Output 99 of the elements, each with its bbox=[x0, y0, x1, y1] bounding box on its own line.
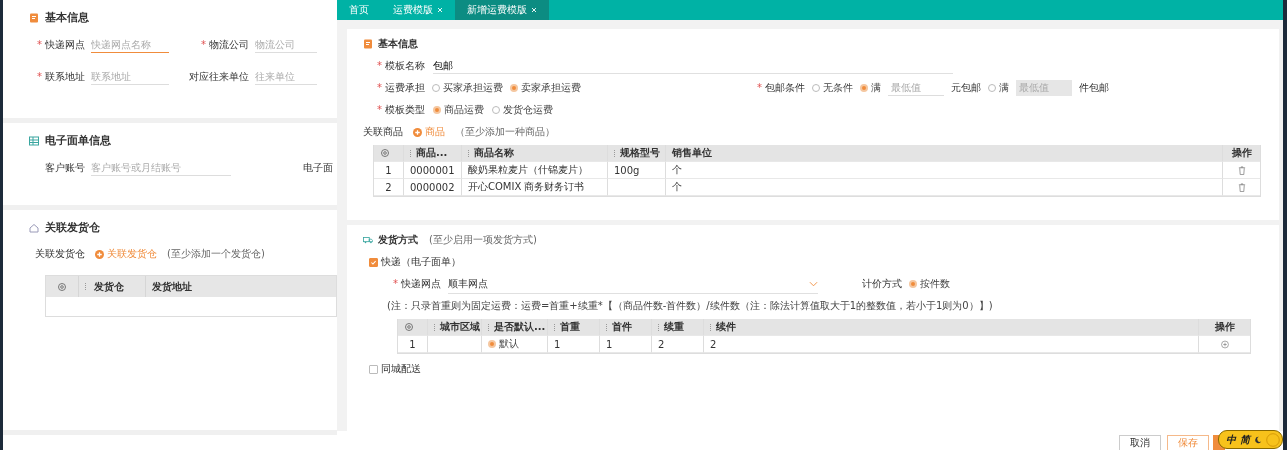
table-cell: 1 bbox=[548, 336, 600, 353]
column-header[interactable]: 是否默认... bbox=[482, 319, 548, 336]
section-title: 基本信息 bbox=[45, 10, 89, 25]
document-icon bbox=[29, 12, 39, 23]
checkbox[interactable]: 同城配送 bbox=[363, 362, 421, 376]
table-cell: 开心COMIX 商务财务订书 bbox=[462, 179, 608, 196]
input-mode-text: 中 bbox=[1226, 432, 1236, 447]
template-name-field[interactable]: 包邮 bbox=[433, 58, 953, 74]
unit-label: 元包邮 bbox=[951, 81, 981, 95]
radio-button[interactable]: 发货仓运费 bbox=[492, 103, 553, 117]
table-cell: 1 bbox=[600, 336, 652, 353]
settings-icon[interactable] bbox=[380, 148, 390, 158]
required-mark: * bbox=[377, 104, 382, 115]
field-label: 关联商品 bbox=[363, 125, 403, 139]
field-label: * 快递网点 bbox=[393, 277, 441, 291]
ime-toolbar[interactable]: 中 简 bbox=[1218, 430, 1283, 449]
column-header[interactable]: 商品名称 bbox=[462, 145, 608, 162]
column-header[interactable]: 商品... bbox=[404, 145, 462, 162]
required-mark: * bbox=[37, 71, 42, 82]
trash-icon[interactable] bbox=[1237, 182, 1246, 192]
field-label: * 模板名称 bbox=[377, 59, 425, 73]
column-header[interactable]: 首重 bbox=[548, 319, 600, 336]
required-mark: * bbox=[37, 39, 42, 50]
column-header[interactable]: 销售单位 bbox=[666, 145, 1222, 162]
formula-note: (注：只录首重则为固定运费：运费=首重+续重*【（商品件数-首件数）/续件数（注：除法计算值取大于1的整数值，若小于1则为0）】) bbox=[386, 299, 994, 313]
table-cell: 个 bbox=[666, 179, 1222, 196]
plus-icon bbox=[95, 249, 104, 259]
required-mark: * bbox=[757, 82, 762, 93]
table-icon bbox=[29, 135, 39, 146]
column-header[interactable]: 发货地址 bbox=[146, 276, 192, 297]
column-header[interactable]: 操作 bbox=[1222, 145, 1260, 162]
table-cell: 个 bbox=[666, 162, 1222, 179]
tab[interactable]: 新增运费模版 bbox=[455, 0, 549, 20]
unit-label: 件包邮 bbox=[1079, 81, 1109, 95]
section-title: 发货方式 bbox=[378, 233, 418, 247]
footer-button[interactable]: 取消 bbox=[1119, 435, 1161, 450]
column-header[interactable]: 首件 bbox=[600, 319, 652, 336]
hint-text: (至少启用一项发货方式) bbox=[429, 233, 537, 247]
row-number: 2 bbox=[374, 179, 404, 196]
field-label: * 快递网点 bbox=[36, 38, 85, 52]
moon-icon bbox=[1254, 435, 1262, 444]
field-label: 计价方式 bbox=[862, 277, 902, 291]
column-header[interactable]: 发货仓 bbox=[79, 276, 146, 297]
caret-icon bbox=[809, 280, 818, 287]
checkbox[interactable]: 快递（电子面单） bbox=[363, 255, 461, 269]
column-header[interactable]: 续件 bbox=[704, 319, 1198, 336]
table-cell: 2 bbox=[652, 336, 704, 353]
column-header[interactable]: 城市区域 bbox=[428, 319, 482, 336]
field-label: * 联系地址 bbox=[36, 70, 85, 84]
mascot-icon bbox=[1266, 432, 1280, 447]
field-label: 电子面 bbox=[302, 161, 334, 175]
add-icon[interactable] bbox=[1220, 339, 1229, 349]
required-mark: * bbox=[377, 82, 382, 93]
trash-icon[interactable] bbox=[1237, 165, 1246, 175]
close-icon[interactable] bbox=[531, 7, 537, 13]
table-cell: 0000002 bbox=[404, 179, 462, 196]
section-title: 关联发货仓 bbox=[45, 220, 100, 235]
settings-icon[interactable] bbox=[57, 281, 67, 292]
plus-icon bbox=[413, 127, 422, 137]
house-icon bbox=[29, 222, 39, 233]
row-number: 1 bbox=[374, 162, 404, 179]
hint-text: （至少添加一种商品） bbox=[455, 125, 555, 139]
table-cell: 0000001 bbox=[404, 162, 462, 179]
field-label: 关联发货仓 bbox=[35, 247, 85, 261]
radio-button[interactable]: 商品运费 bbox=[433, 103, 484, 117]
radio-button[interactable]: 卖家承担运费 bbox=[510, 81, 581, 95]
radio-button[interactable]: 默认 bbox=[488, 337, 519, 351]
settings-icon[interactable] bbox=[404, 322, 414, 332]
required-mark: * bbox=[393, 278, 398, 289]
field-label: 客户账号 bbox=[44, 161, 85, 175]
text-field[interactable]: 快递网点名称 bbox=[91, 37, 169, 53]
outlet-dropdown[interactable]: 顺丰网点 bbox=[448, 274, 818, 294]
required-mark: * bbox=[201, 39, 206, 50]
field-label: * 包邮条件 bbox=[757, 81, 805, 95]
radio-button[interactable]: 满 bbox=[860, 81, 881, 95]
table-cell: 100g bbox=[608, 162, 666, 179]
truck-icon bbox=[363, 235, 373, 245]
minimum-value-field[interactable]: 最低值 bbox=[888, 80, 944, 96]
charset-text: 简 bbox=[1240, 432, 1250, 447]
section-title: 基本信息 bbox=[378, 37, 418, 51]
radio-button[interactable]: 无条件 bbox=[812, 81, 853, 95]
close-icon[interactable] bbox=[437, 7, 443, 13]
radio-button[interactable]: 买家承担运费 bbox=[432, 81, 503, 95]
checkmark-icon bbox=[370, 258, 377, 266]
required-mark: * bbox=[377, 60, 382, 71]
radio-button[interactable]: 按件数 bbox=[909, 277, 950, 291]
row-number: 1 bbox=[398, 336, 428, 353]
hint-text: (至少添加一个发货仓) bbox=[167, 247, 265, 261]
field-label: * 模板类型 bbox=[377, 103, 425, 117]
column-header[interactable]: 续重 bbox=[652, 319, 704, 336]
table-cell: 酸奶果粒麦片（什锦麦片） bbox=[462, 162, 608, 179]
column-header[interactable]: 规格型号 bbox=[608, 145, 666, 162]
field-label: 对应往来单位 bbox=[188, 70, 249, 84]
table-cell: 2 bbox=[704, 336, 1198, 353]
section-title: 电子面单信息 bbox=[45, 133, 111, 148]
field-label: * 运费承担 bbox=[377, 81, 425, 95]
column-header[interactable]: 操作 bbox=[1198, 319, 1250, 336]
document-icon bbox=[363, 39, 373, 49]
field-label: * 物流公司 bbox=[200, 38, 249, 52]
